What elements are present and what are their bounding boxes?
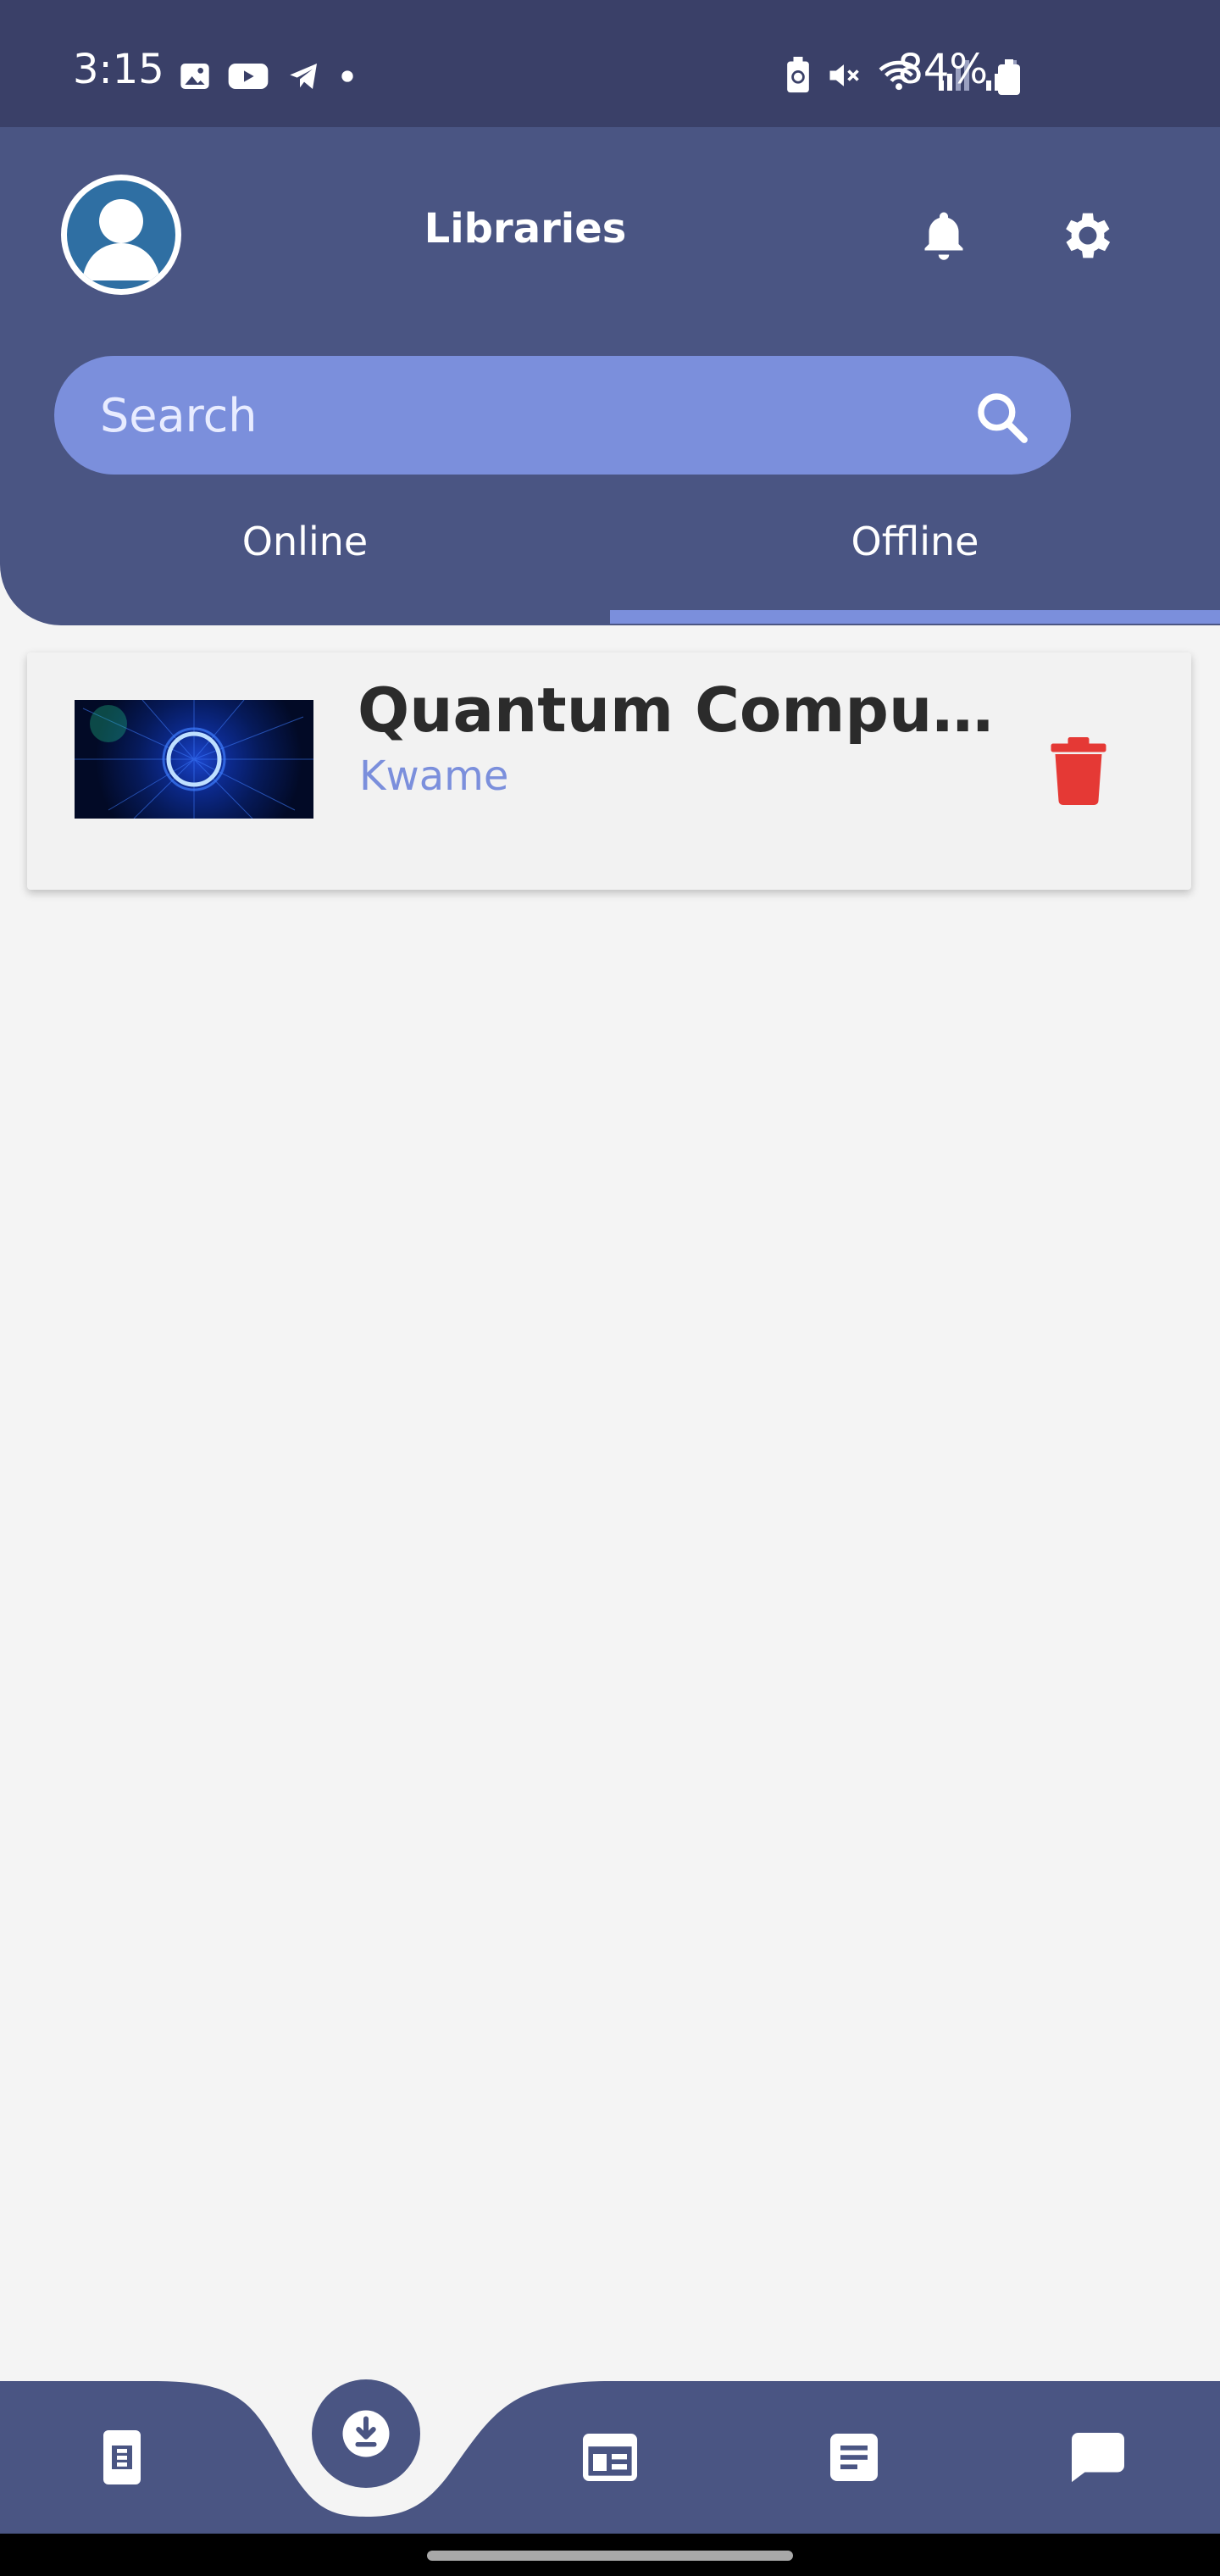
search-bar (54, 356, 1071, 475)
battery-saver-icon (787, 57, 809, 93)
dot-icon (341, 70, 353, 82)
mute-icon (829, 64, 859, 86)
tab-online[interactable]: Online (0, 507, 610, 619)
app-header: Libraries Online Offline (0, 127, 1220, 625)
status-time: 3:15 (73, 46, 164, 93)
tab-online-label: Online (241, 519, 369, 564)
status-bar: 3:15 84% (0, 0, 1220, 127)
battery-percent: 84% (897, 46, 988, 93)
layout-icon (583, 2434, 637, 2481)
nav-downloads[interactable] (312, 2379, 420, 2488)
download-icon (342, 2410, 390, 2457)
search-icon[interactable] (973, 388, 1030, 446)
delete-button[interactable] (1049, 737, 1108, 805)
bottom-nav (0, 2379, 1220, 2534)
youtube-icon (228, 64, 269, 89)
book-icon (103, 2430, 141, 2484)
tab-offline[interactable]: Offline (610, 507, 1220, 619)
nav-library[interactable] (71, 2407, 173, 2508)
nav-documents[interactable] (803, 2407, 905, 2508)
battery-icon (998, 59, 1020, 95)
gallery-icon (180, 64, 209, 89)
nav-chat[interactable] (1047, 2407, 1149, 2508)
list-item[interactable]: Quantum Comput... Kwame (27, 652, 1191, 890)
item-author: Kwame (359, 752, 509, 800)
gesture-area (0, 2534, 1220, 2576)
nav-layout[interactable] (559, 2407, 661, 2508)
item-title: Quantum Comput... (358, 675, 1001, 746)
status-left-icons (178, 58, 356, 95)
gear-icon (1066, 213, 1111, 258)
page-title: Libraries (424, 205, 627, 253)
chat-icon (1072, 2432, 1124, 2483)
home-gesture-bar[interactable] (427, 2551, 793, 2561)
notification-button[interactable] (910, 202, 978, 269)
tab-indicator (610, 610, 1220, 624)
quantum-thumbnail (75, 700, 313, 819)
document-icon (830, 2434, 878, 2481)
tab-offline-label: Offline (851, 519, 979, 564)
search-input[interactable] (100, 356, 930, 475)
settings-button[interactable] (1051, 198, 1125, 273)
telegram-icon (290, 64, 317, 89)
trash-icon (1051, 737, 1106, 805)
bell-icon (924, 212, 963, 260)
